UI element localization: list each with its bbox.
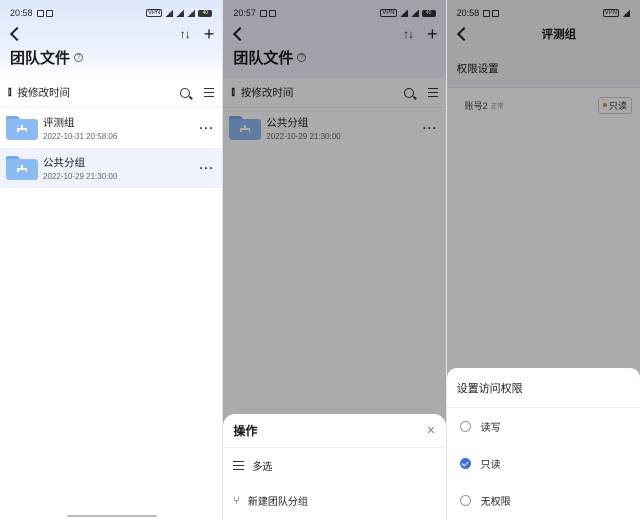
back-arrow-icon[interactable]	[233, 26, 248, 42]
status-bar: 20:58 VPN 40	[0, 0, 222, 26]
actions-sheet: 操作 ✕ 多选 ⑂ 新建团队分组	[223, 414, 446, 520]
more-icon[interactable]: ···	[423, 121, 438, 135]
list-item[interactable]: 评测组 2022-10-31 20:58:06 ···	[0, 108, 222, 148]
more-icon[interactable]: ···	[199, 121, 214, 135]
search-icon[interactable]	[403, 87, 414, 98]
help-icon[interactable]: ?	[297, 53, 307, 62]
sheet-title: 操作	[233, 424, 258, 438]
option-no-permission[interactable]: 无权限	[447, 482, 640, 519]
multi-select-icon	[233, 460, 245, 471]
notification-icons	[259, 9, 276, 17]
filter-icon[interactable]: ⫾	[231, 86, 235, 99]
sheet-item-label: 新建团队分组	[247, 497, 308, 508]
sheet-item-label: 多选	[252, 462, 273, 473]
nav-bar: 评测组	[447, 26, 640, 42]
team-folder-icon	[6, 116, 38, 140]
branch-icon: ⑂	[233, 494, 240, 507]
new-team-group-item[interactable]: ⑂ 新建团队分组	[223, 483, 445, 518]
file-name: 评测组	[43, 117, 75, 129]
list-view-icon[interactable]	[427, 88, 438, 97]
status-bar: 20:57 VPN 40	[223, 0, 445, 26]
sheet-title: 设置访问权限	[446, 368, 640, 408]
sort-icon[interactable]: ↑↓	[403, 27, 414, 41]
permission-tag-label: 只读	[609, 100, 628, 111]
account-row[interactable]: 账号2 正常 只读	[447, 88, 640, 122]
page-title: 团队文件	[10, 50, 71, 67]
vpn-icon: VPN	[380, 9, 397, 17]
close-icon[interactable]: ✕	[426, 424, 435, 437]
section-title: 权限设置	[446, 50, 640, 88]
access-permission-sheet: 设置访问权限 读写 只读 无权限	[446, 368, 640, 520]
status-time: 20:58	[456, 8, 480, 18]
help-icon[interactable]: ?	[74, 53, 84, 62]
list-item[interactable]: 公共分组 2022-10-29 21:30:00 ···	[223, 108, 445, 148]
vpn-icon: VPN	[602, 9, 620, 17]
sort-bar: ⫾ 按修改时间	[0, 78, 223, 108]
search-icon[interactable]	[180, 87, 191, 98]
page-title: 团队文件	[233, 50, 294, 67]
back-arrow-icon[interactable]	[456, 26, 471, 42]
account-name: 账号2	[464, 100, 488, 111]
status-dot-icon	[603, 103, 607, 107]
option-read-write[interactable]: 读写	[447, 408, 640, 445]
battery-icon: 40	[421, 9, 436, 17]
header: 20:57 VPN 40 ↑↓ + 团队文件 ?	[223, 0, 446, 78]
team-folder-icon	[229, 116, 262, 140]
file-name: 公共分组	[43, 157, 85, 169]
list-item[interactable]: 公共分组 2022-10-29 21:30:00 ···	[0, 148, 223, 188]
home-indicator	[67, 515, 157, 517]
option-read-only[interactable]: 只读	[447, 445, 640, 482]
sort-label[interactable]: 按修改时间	[241, 85, 294, 100]
more-icon[interactable]: ···	[199, 161, 214, 175]
permission-tag[interactable]: 只读	[598, 96, 633, 114]
sort-label[interactable]: 按修改时间	[18, 85, 71, 100]
system-icons: VPN 40	[380, 9, 436, 17]
signal-icon	[165, 9, 174, 17]
notification-icons	[483, 9, 500, 17]
team-files-actions-screen: 20:57 VPN 40 ↑↓ + 团队文件 ? ⫾ 按修改时间 公共分组 20…	[223, 0, 446, 520]
sort-bar: ⫾ 按修改时间	[223, 78, 446, 108]
screenshot-stage: 20:58 VPN 40 ↑↓ + 团队文件 ? ⫾ 按修改时间 评测组 202…	[0, 0, 640, 520]
notification-icons	[36, 9, 53, 17]
battery-icon: 40	[198, 9, 213, 17]
back-arrow-icon[interactable]	[9, 26, 25, 42]
list-view-icon[interactable]	[204, 88, 215, 97]
option-label: 无权限	[480, 497, 511, 508]
sort-icon[interactable]: ↑↓	[180, 27, 191, 41]
status-time: 20:58	[10, 8, 33, 18]
signal-icon	[399, 9, 408, 17]
nav-bar: ↑↓ +	[223, 25, 445, 43]
add-icon[interactable]: +	[204, 25, 215, 43]
file-name: 公共分组	[266, 117, 309, 129]
file-date: 2022-10-31 20:58:06	[43, 132, 118, 141]
team-folder-icon	[6, 156, 38, 180]
option-label: 只读	[480, 460, 501, 471]
radio-unchecked-icon[interactable]	[459, 495, 471, 506]
signal-icon	[176, 9, 185, 17]
file-date: 2022-10-29 21:30:00	[266, 132, 341, 141]
header: 20:58 VPN 评测组	[446, 0, 640, 42]
wifi-icon	[410, 9, 419, 17]
status-bar: 20:58 VPN	[447, 0, 640, 26]
signal-icon	[622, 9, 631, 17]
add-icon[interactable]: +	[427, 25, 438, 43]
file-date: 2022-10-29 21:30:00	[43, 172, 118, 181]
system-icons: VPN	[602, 9, 631, 17]
permission-screen: 20:58 VPN 评测组 权限设置 账号2 正常 只读 设置访问权限 读写 只…	[446, 0, 640, 520]
multi-select-item[interactable]: 多选	[223, 448, 445, 483]
radio-checked-icon[interactable]	[459, 458, 471, 469]
wifi-icon	[187, 9, 196, 17]
system-icons: VPN 40	[145, 9, 213, 17]
team-files-screen: 20:58 VPN 40 ↑↓ + 团队文件 ? ⫾ 按修改时间 评测组 202…	[0, 0, 223, 520]
status-time: 20:57	[233, 8, 256, 18]
radio-unchecked-icon[interactable]	[459, 421, 471, 432]
page-title: 评测组	[541, 29, 577, 41]
filter-icon[interactable]: ⫾	[8, 86, 12, 99]
option-label: 读写	[480, 423, 501, 434]
nav-bar: ↑↓ +	[0, 25, 222, 43]
vpn-icon: VPN	[145, 9, 163, 17]
header: 20:58 VPN 40 ↑↓ + 团队文件 ?	[0, 0, 223, 78]
account-state: 正常	[490, 103, 504, 110]
